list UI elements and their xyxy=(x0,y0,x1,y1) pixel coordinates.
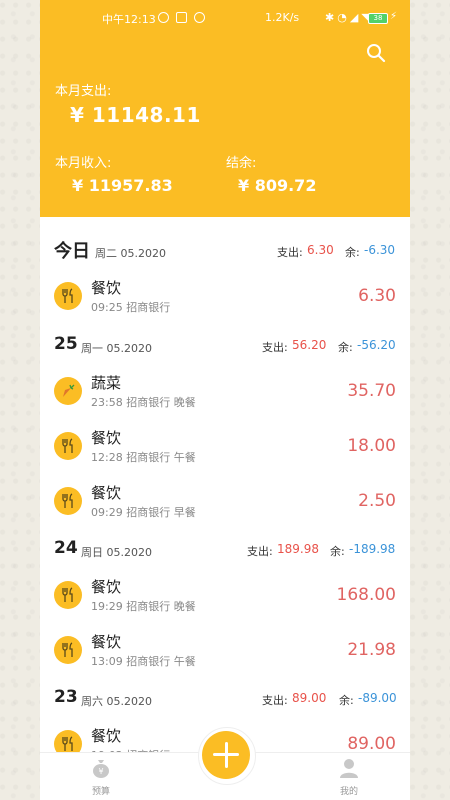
add-record-button[interactable] xyxy=(202,731,250,779)
day-date: 周一 05.2020 xyxy=(81,342,152,355)
list-item[interactable]: 餐饮 19:29 招商银行 晚餐 168.00 xyxy=(40,569,410,624)
background-right xyxy=(410,0,450,800)
entry-amount: 2.50 xyxy=(358,491,396,511)
day-expense-label: 支出: xyxy=(277,246,303,259)
month-income-label: 本月收入: xyxy=(55,156,112,171)
day-label: 25 xyxy=(54,334,78,354)
day-balance-label: 余: xyxy=(345,246,360,259)
user-icon xyxy=(340,759,358,778)
balance-label: 结余: xyxy=(226,156,257,171)
background-left xyxy=(0,0,40,800)
day-label: 24 xyxy=(54,538,78,558)
entry-category: 餐饮 xyxy=(91,578,122,596)
sync-icon-2 xyxy=(194,12,205,23)
day-label: 23 xyxy=(54,687,78,707)
day-header: 23 周六 05.2020 支出: 89.00 余: -89.00 xyxy=(40,680,410,718)
day-balance-value: -6.30 xyxy=(364,243,396,257)
balance-value: ¥ 809.72 xyxy=(238,176,317,195)
app-screen: 中午12:13 1.2K/s ✱◔◢◥ 38 ⚡ 本月支出: ¥ 11148.1… xyxy=(40,0,410,800)
month-expense-label: 本月支出: xyxy=(55,84,112,99)
utensils-icon xyxy=(54,581,82,609)
day-expense-label: 支出: xyxy=(262,694,288,707)
day-expense-value: 89.00 xyxy=(292,691,327,705)
entry-meta: 23:58 招商银行 晚餐 xyxy=(91,396,196,409)
day-date: 周二 05.2020 xyxy=(95,247,166,260)
entry-category: 餐饮 xyxy=(91,633,122,651)
day-header: 今日 周二 05.2020 支出: 6.30 余: -6.30 xyxy=(40,231,410,269)
utensils-icon xyxy=(54,432,82,460)
entry-meta: 19:29 招商银行 晚餐 xyxy=(91,600,196,613)
entry-amount: 21.98 xyxy=(347,640,396,660)
day-expense-value: 56.20 xyxy=(292,338,327,352)
month-expense-value: ¥ 11148.11 xyxy=(70,103,201,127)
entry-category: 蔬菜 xyxy=(91,374,122,392)
list-item[interactable]: 餐饮 13:09 招商银行 午餐 21.98 xyxy=(40,624,410,679)
entry-amount: 35.70 xyxy=(347,381,396,401)
entry-amount: 89.00 xyxy=(347,734,396,754)
money-bag-icon: ¥ xyxy=(93,760,109,778)
entry-category: 餐饮 xyxy=(91,484,122,502)
entry-amount: 6.30 xyxy=(358,286,396,306)
list-item[interactable]: 餐饮 09:29 招商银行 早餐 2.50 xyxy=(40,475,410,530)
day-balance-label: 余: xyxy=(339,694,354,707)
signal-icons: ✱◔◢◥ xyxy=(325,11,373,24)
day-date: 周六 05.2020 xyxy=(81,695,152,708)
entry-meta: 12:28 招商银行 午餐 xyxy=(91,451,196,464)
svg-text:¥: ¥ xyxy=(98,767,103,776)
list-item[interactable]: 蔬菜 23:58 招商银行 晚餐 35.70 xyxy=(40,365,410,420)
month-income-value: ¥ 11957.83 xyxy=(72,176,173,195)
network-speed: 1.2K/s xyxy=(265,11,300,24)
entry-meta: 09:29 招商银行 早餐 xyxy=(91,506,196,519)
day-balance-label: 余: xyxy=(330,545,345,558)
list-item[interactable]: 餐饮 09:25 招商银行 6.30 xyxy=(40,270,410,325)
mail-icon xyxy=(176,12,187,23)
entry-category: 餐饮 xyxy=(91,727,122,745)
sync-icon xyxy=(158,12,169,23)
entry-amount: 168.00 xyxy=(336,585,396,605)
entry-meta: 13:09 招商银行 午餐 xyxy=(91,655,196,668)
day-expense-value: 6.30 xyxy=(307,243,334,257)
entry-category: 餐饮 xyxy=(91,279,122,297)
search-icon[interactable] xyxy=(366,43,386,63)
day-balance-value: -189.98 xyxy=(349,542,396,556)
day-expense-label: 支出: xyxy=(247,545,273,558)
entry-category: 餐饮 xyxy=(91,429,122,447)
transaction-list: 今日 周二 05.2020 支出: 6.30 余: -6.30 餐饮 09:25… xyxy=(40,217,410,762)
utensils-icon xyxy=(54,636,82,664)
entry-amount: 18.00 xyxy=(347,436,396,456)
day-label: 今日 xyxy=(54,241,90,262)
day-header: 25 周一 05.2020 支出: 56.20 余: -56.20 xyxy=(40,327,410,365)
carrot-icon xyxy=(54,377,82,405)
day-expense-label: 支出: xyxy=(262,341,288,354)
tab-mine-label: 我的 xyxy=(339,787,358,797)
day-balance-value: -56.20 xyxy=(357,338,396,352)
day-date: 周日 05.2020 xyxy=(81,546,152,559)
tab-budget[interactable]: ¥ 预算 xyxy=(88,757,114,797)
battery-icon: 38 xyxy=(368,13,388,24)
utensils-icon xyxy=(54,282,82,310)
day-expense-value: 189.98 xyxy=(277,542,319,556)
status-bar: 中午12:13 1.2K/s ✱◔◢◥ 38 ⚡ xyxy=(40,11,410,29)
entry-meta: 09:25 招商银行 xyxy=(91,301,171,314)
status-time: 中午12:13 xyxy=(102,13,156,26)
day-balance-label: 余: xyxy=(338,341,353,354)
day-balance-value: -89.00 xyxy=(358,691,397,705)
list-item[interactable]: 餐饮 12:28 招商银行 午餐 18.00 xyxy=(40,420,410,475)
tab-budget-label: 预算 xyxy=(91,787,110,797)
summary-header: 中午12:13 1.2K/s ✱◔◢◥ 38 ⚡ 本月支出: ¥ 11148.1… xyxy=(40,0,410,217)
charging-icon: ⚡ xyxy=(390,11,398,22)
tab-mine[interactable]: 我的 xyxy=(336,757,362,797)
utensils-icon xyxy=(54,487,82,515)
day-header: 24 周日 05.2020 支出: 189.98 余: -189.98 xyxy=(40,531,410,569)
